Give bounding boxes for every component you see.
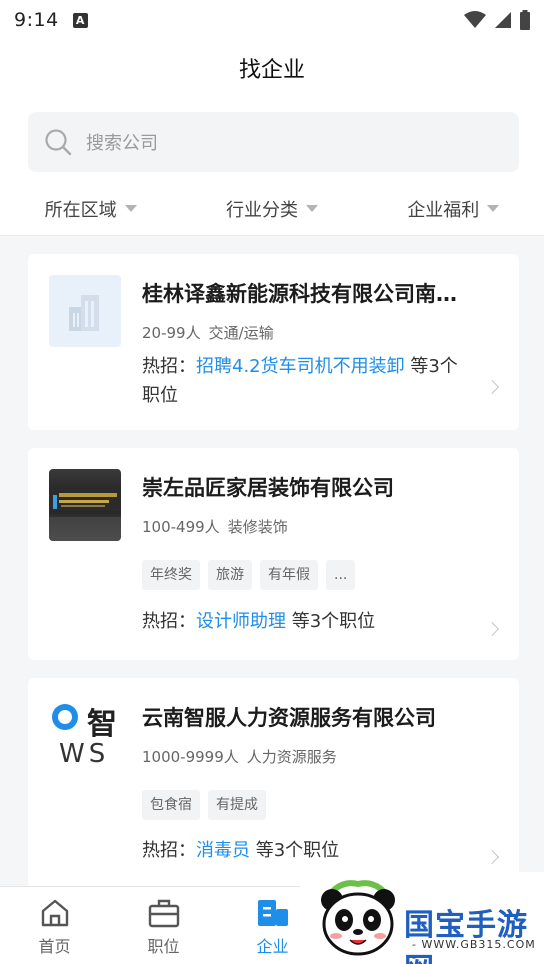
header: 找企业 (0, 40, 544, 102)
signal-icon (495, 12, 511, 28)
filter-bar: 所在区域 行业分类 企业福利 (0, 182, 544, 236)
company-name: 云南智服人力资源服务有限公司 (142, 706, 436, 730)
caret-down-icon (487, 205, 500, 212)
notification-icon: A (72, 12, 88, 28)
filter-industry-label: 行业分类 (225, 199, 298, 221)
benefit-tags: 包食宿 有提成 (142, 790, 266, 820)
chevron-right-icon (484, 849, 500, 865)
filter-benefits[interactable]: 企业福利 (363, 182, 544, 235)
search-placeholder: 搜索公司 (86, 133, 158, 154)
company-name: 桂林译鑫新能源科技有限公司南… (142, 282, 457, 306)
company-size: 1000-9999人 (142, 748, 239, 766)
nav-jobs-label: 职位 (147, 937, 180, 956)
company-logo-placeholder (49, 275, 121, 347)
company-name: 崇左品匠家居装饰有限公司 (142, 476, 394, 500)
watermark: 国宝手游网 - WWW.GB315.COM - (300, 872, 544, 964)
benefit-tag: 有提成 (208, 790, 266, 820)
nav-home[interactable]: 首页 (0, 887, 109, 964)
status-icons (464, 10, 530, 30)
filter-benefits-label: 企业福利 (407, 199, 480, 221)
company-industry: 人力资源服务 (246, 748, 337, 766)
hot-prefix: 热招： (142, 840, 196, 861)
hot-suffix: 等3个职位 (250, 840, 340, 861)
briefcase-icon (148, 899, 179, 928)
hot-prefix: 热招： (142, 356, 196, 377)
benefit-tag: 包食宿 (142, 790, 200, 820)
benefit-tag-more: ... (326, 560, 356, 590)
company-industry: 交通/运输 (208, 324, 274, 342)
hot-jobs: 热招：设计师助理 等3个职位 (142, 607, 375, 636)
benefit-tag: 旅游 (208, 560, 252, 590)
search-input[interactable]: 搜索公司 (28, 112, 519, 172)
company-logo (49, 469, 121, 541)
company-size: 100-499人 (142, 518, 220, 536)
hot-job-link[interactable]: 设计师助理 (196, 611, 286, 632)
search-area: 搜索公司 (0, 102, 544, 182)
status-bar: 9:14 A (0, 0, 544, 40)
building-placeholder-icon (69, 295, 99, 331)
logo-char-bottom: WS (59, 739, 110, 769)
nav-jobs[interactable]: 职位 (109, 887, 218, 964)
nav-companies-label: 企业 (256, 937, 289, 956)
logo-char: 智 (87, 707, 117, 742)
hot-prefix: 热招： (142, 611, 196, 632)
company-industry: 装修装饰 (227, 518, 288, 536)
chevron-right-icon (484, 621, 500, 637)
benefit-tags: 年终奖 旅游 有年假 ... (142, 560, 356, 590)
company-meta: 1000-9999人 人力资源服务 (142, 746, 337, 767)
watermark-url: - WWW.GB315.COM - (412, 938, 536, 964)
filter-region[interactable]: 所在区域 (0, 182, 181, 235)
building-icon (257, 900, 288, 926)
company-meta: 20-99人 交通/运输 (142, 322, 274, 343)
panda-logo-icon (321, 880, 395, 956)
home-icon (41, 899, 68, 927)
wifi-icon (464, 11, 486, 28)
company-logo-image (49, 469, 121, 541)
company-size: 20-99人 (142, 324, 201, 342)
filter-region-label: 所在区域 (44, 199, 117, 221)
status-time: 9:14 (14, 9, 59, 31)
hot-suffix-line2: 职位 (142, 385, 178, 406)
caret-down-icon (305, 205, 318, 212)
hot-jobs: 热招：招聘4.2货车司机不用装卸 等3个 职位 (142, 352, 492, 410)
hot-job-link[interactable]: 招聘4.2货车司机不用装卸 (196, 356, 405, 377)
company-card[interactable]: 智 WS 云南智服人力资源服务有限公司 1000-9999人 人力资源服务 包食宿… (28, 678, 519, 888)
battery-icon (520, 10, 530, 30)
page-title: 找企业 (238, 58, 305, 83)
benefit-tag: 有年假 (260, 560, 318, 590)
hot-suffix: 等3个 (404, 356, 458, 377)
company-meta: 100-499人 装修装饰 (142, 516, 288, 537)
company-logo: 智 WS (49, 699, 121, 771)
hot-suffix: 等3个职位 (286, 611, 376, 632)
company-card[interactable]: 崇左品匠家居装饰有限公司 100-499人 装修装饰 年终奖 旅游 有年假 ...… (28, 448, 519, 660)
hot-jobs: 热招：消毒员 等3个职位 (142, 836, 339, 865)
nav-home-label: 首页 (38, 937, 71, 956)
caret-down-icon (124, 205, 137, 212)
filter-industry[interactable]: 行业分类 (181, 182, 362, 235)
benefit-tag: 年终奖 (142, 560, 200, 590)
search-icon (45, 129, 72, 156)
hot-job-link[interactable]: 消毒员 (196, 840, 250, 861)
company-card[interactable]: 桂林译鑫新能源科技有限公司南… 20-99人 交通/运输 热招：招聘4.2货车司机… (28, 254, 519, 430)
